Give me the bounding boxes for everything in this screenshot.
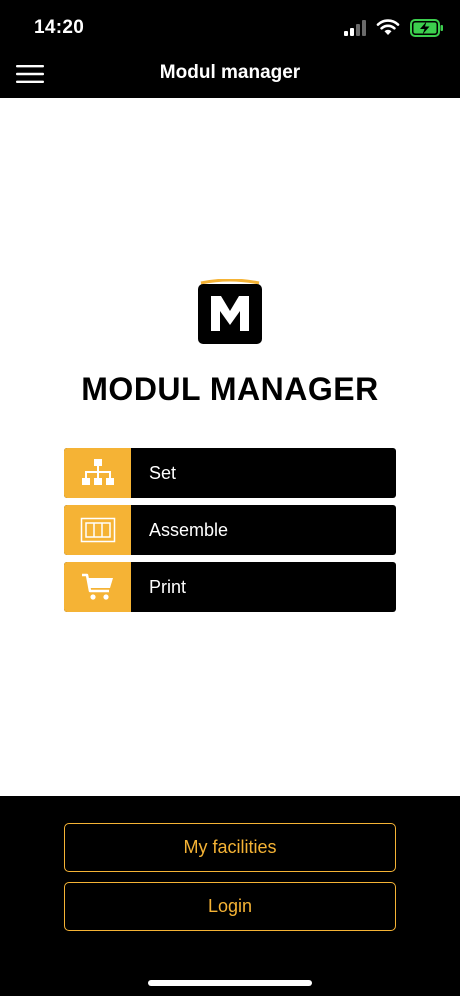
menu-item-print[interactable]: Print [64, 562, 396, 612]
top-bar: 14:20 Modul manager [0, 0, 460, 98]
menu-item-label: Set [149, 463, 177, 483]
home-indicator[interactable] [148, 980, 312, 986]
hierarchy-icon [81, 459, 114, 485]
menu-item-set[interactable]: Set [64, 448, 396, 498]
main-menu: Set Assemble Print [64, 448, 396, 619]
menu-item-icon-box [64, 448, 131, 498]
battery-charging-icon [410, 19, 443, 37]
modul-manager-logo [198, 279, 262, 344]
brand-title: MODUL MANAGER [81, 371, 379, 407]
login-button[interactable]: Login [64, 882, 396, 931]
bottom-panel: My facilities Login [0, 796, 460, 996]
menu-item-label: Assemble [149, 520, 229, 540]
cart-icon [81, 573, 113, 600]
wifi-icon [376, 19, 400, 35]
status-time: 14:20 [34, 17, 85, 38]
menu-item-icon-box [64, 562, 131, 612]
my-facilities-button[interactable]: My facilities [64, 823, 396, 872]
module-panel-icon [80, 517, 115, 543]
signal-icon [344, 20, 366, 36]
menu-item-icon-box [64, 505, 131, 555]
menu-item-label: Print [149, 577, 187, 597]
page-title: Modul manager [159, 62, 301, 83]
menu-item-assemble[interactable]: Assemble [64, 505, 396, 555]
